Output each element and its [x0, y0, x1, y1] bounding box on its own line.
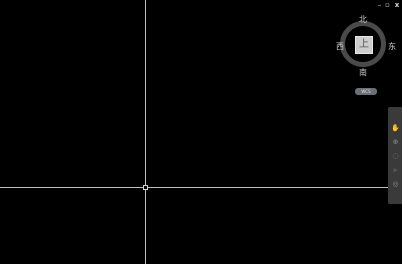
compass-south-label[interactable]: 南: [358, 68, 368, 77]
crosshair-pickbox: [143, 185, 148, 190]
wcs-menu-button[interactable]: WCS: [355, 88, 377, 95]
pan-icon[interactable]: ✋: [391, 124, 400, 133]
compass-east-label[interactable]: 东: [387, 42, 397, 51]
crosshair-horizontal-line: [0, 187, 402, 188]
compass-west-label[interactable]: 西: [335, 42, 345, 51]
orbit-icon[interactable]: ◌: [391, 152, 400, 161]
drawing-viewport[interactable]: – ▫ x 北 南 西 东 上 WCS ✋ ⊕ ◌ ▹ ◎: [0, 0, 402, 264]
close-button[interactable]: x: [393, 1, 401, 9]
compass-north-label[interactable]: 北: [358, 15, 368, 24]
crosshair-vertical-line: [145, 0, 146, 264]
viewcube-top-face[interactable]: 上: [355, 36, 373, 54]
restore-button[interactable]: ▫: [384, 1, 391, 9]
minimize-button[interactable]: –: [376, 1, 383, 9]
showmotion-icon[interactable]: ▹: [391, 166, 400, 175]
steering-wheel-icon[interactable]: ◎: [391, 180, 400, 189]
zoom-icon[interactable]: ⊕: [391, 138, 400, 147]
